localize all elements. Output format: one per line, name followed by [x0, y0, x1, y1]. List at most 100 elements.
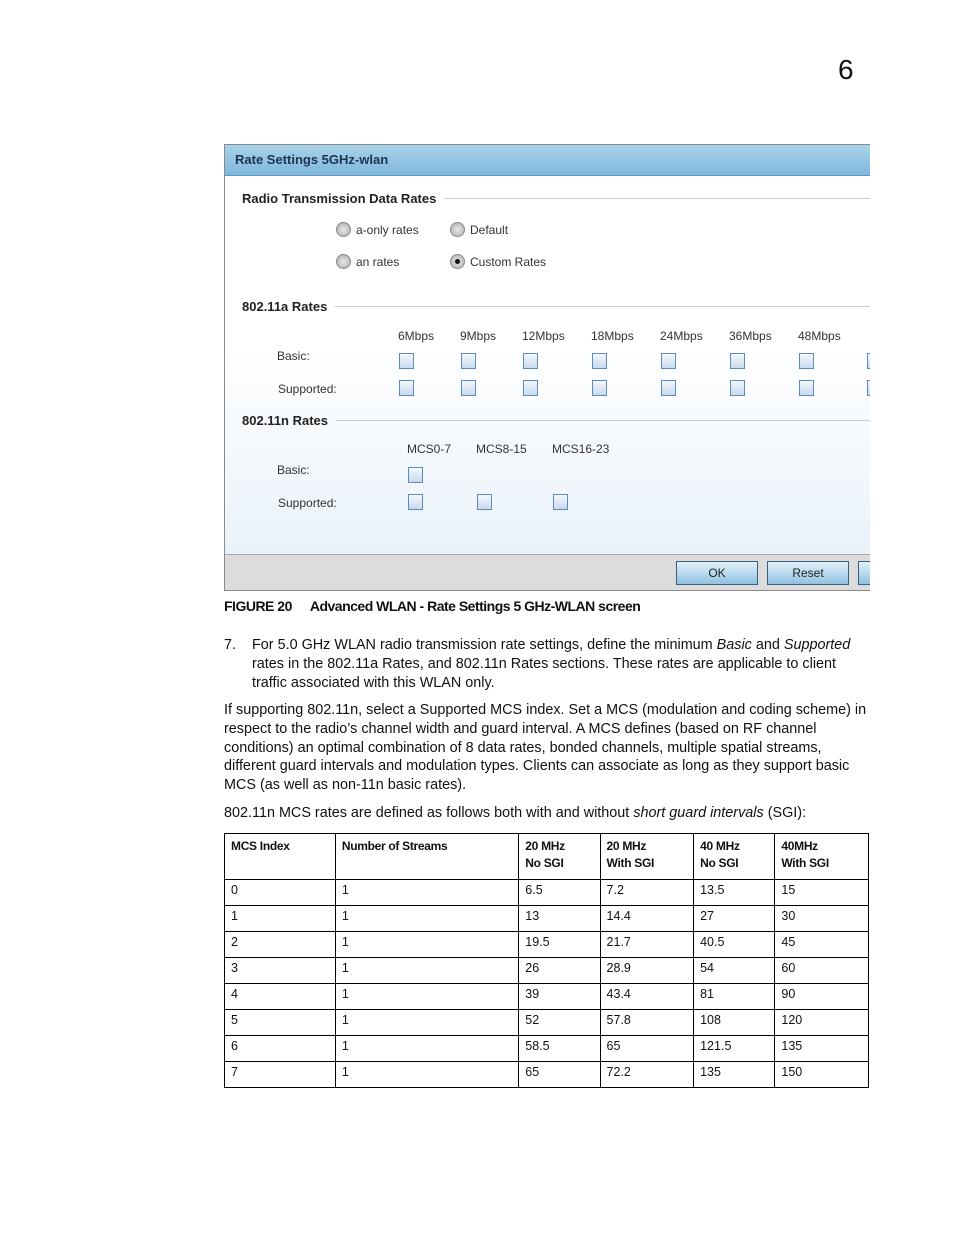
radio-label: a-only rates — [356, 222, 419, 237]
basic-checkbox[interactable] — [867, 353, 870, 369]
header-line: With SGI — [606, 856, 655, 870]
basic-checkbox[interactable] — [461, 353, 476, 369]
table-cell: 39 — [518, 983, 601, 1010]
basic-checkbox[interactable] — [730, 353, 745, 369]
supported-checkbox[interactable] — [661, 380, 676, 396]
header-line: With SGI — [781, 856, 829, 870]
table-row: 0 1 6.5 7.2 13.5 15 — [224, 879, 869, 906]
supported-label: Supported: — [278, 496, 337, 510]
supported-checkbox[interactable] — [399, 380, 414, 396]
text: 802.11n MCS rates are defined as follows… — [224, 805, 634, 821]
mcs-paragraph: If supporting 802.11n, select a Supporte… — [224, 702, 867, 794]
table-cell: 6.5 — [518, 879, 601, 906]
basic-checkbox[interactable] — [408, 467, 423, 483]
header-line: 40 MHz — [700, 839, 740, 853]
supported-checkbox[interactable] — [523, 380, 538, 396]
table-row: 4 1 39 43.4 81 90 — [224, 983, 869, 1010]
table-row: 6 1 58.5 65 121.5 135 — [224, 1035, 869, 1062]
table-cell: 43.4 — [599, 983, 695, 1010]
text: (SGI): — [763, 805, 807, 821]
column-header: 20 MHz No SGI — [518, 833, 601, 880]
column-header: 40MHz With SGI — [774, 833, 869, 880]
text: and — [751, 637, 784, 653]
table-cell: 52 — [518, 1009, 601, 1036]
table-cell: 2 — [224, 931, 336, 958]
basic-label: Basic: — [277, 463, 310, 477]
text: Supported — [783, 637, 851, 653]
table-cell: 60 — [774, 957, 869, 984]
basic-checkbox[interactable] — [799, 353, 814, 369]
radio-label: an rates — [356, 254, 400, 269]
mcs-header: MCS0-7 — [407, 442, 452, 456]
mcs-rates-table: MCS Index Number of Streams 20 MHz No SGI 20… — [224, 833, 869, 1088]
table-cell: 65 — [518, 1061, 601, 1088]
text: 802.11n Rates — [455, 655, 549, 672]
step-number: 7. — [224, 637, 237, 653]
table-cell: 135 — [774, 1035, 869, 1062]
table-cell: 1 — [334, 1035, 520, 1062]
table-cell: 1 — [334, 1061, 520, 1088]
radio-selected-icon — [450, 254, 465, 269]
table-cell: 0 — [224, 879, 336, 906]
supported-checkbox[interactable] — [408, 494, 423, 510]
table-cell: 7 — [224, 1061, 336, 1088]
header-line: No SGI — [525, 856, 564, 870]
radio-a-only-rates[interactable]: a-only rates — [336, 222, 419, 237]
supported-checkbox[interactable] — [461, 380, 476, 396]
supported-checkbox[interactable] — [867, 380, 870, 396]
section-title: 802.11a Rates — [242, 299, 328, 314]
table-cell: 13 — [518, 905, 601, 932]
column-header: MCS Index — [224, 833, 336, 880]
header-line: 40MHz — [781, 839, 818, 853]
section-title: 802.11n Rates — [242, 413, 329, 428]
table-cell: 1 — [334, 983, 520, 1010]
ok-button[interactable]: OK — [676, 561, 758, 585]
table-cell: 1 — [334, 1009, 520, 1036]
radio-custom-rates[interactable]: Custom Rates — [450, 254, 546, 269]
table-cell: 1 — [334, 905, 520, 932]
table-cell: 3 — [224, 957, 336, 984]
text: rates in the — [252, 655, 328, 672]
table-cell: 54 — [693, 957, 776, 984]
supported-checkbox[interactable] — [730, 380, 745, 396]
basic-checkbox[interactable] — [523, 353, 538, 369]
header-line: MCS Index — [231, 839, 290, 853]
table-cell: 58.5 — [518, 1035, 601, 1062]
supported-checkbox[interactable] — [553, 494, 568, 510]
basic-checkbox[interactable] — [661, 353, 676, 369]
text: For 5.0 GHz WLAN radio transmission rate… — [252, 637, 717, 653]
radio-icon — [450, 222, 465, 237]
text: 802.11a Rates — [327, 655, 420, 672]
supported-checkbox[interactable] — [799, 380, 814, 396]
table-cell: 45 — [774, 931, 869, 958]
radio-default[interactable]: Default — [450, 222, 508, 237]
column-header: 40 MHz No SGI — [693, 833, 776, 880]
supported-checkbox[interactable] — [477, 494, 492, 510]
table-row: 2 1 19.5 21.7 40.5 45 — [224, 931, 869, 958]
rate-settings-dialog: Rate Settings 5GHz-wlan Radio Transmissi… — [224, 144, 870, 591]
table-cell: 7.2 — [599, 879, 695, 906]
rate-header: 6Mbps — [398, 329, 435, 343]
section-title: Radio Transmission Data Rates — [242, 191, 437, 206]
basic-checkbox[interactable] — [592, 353, 607, 369]
chapter-number: 6 — [838, 54, 854, 85]
table-cell: 65 — [599, 1035, 695, 1062]
radio-an-rates[interactable]: an rates — [336, 254, 399, 269]
basic-checkbox[interactable] — [399, 353, 414, 369]
button-bar: OK Reset — [225, 554, 870, 590]
radio-icon — [336, 254, 351, 269]
header-line: 20 MHz — [606, 839, 647, 853]
reset-button[interactable]: Reset — [767, 561, 849, 585]
table-cell: 14.4 — [599, 905, 695, 932]
supported-label: Supported: — [278, 382, 337, 396]
radio-section-header: Radio Transmission Data Rates — [242, 191, 870, 206]
exit-button[interactable] — [858, 561, 870, 585]
table-cell: 1 — [334, 879, 520, 906]
supported-checkbox[interactable] — [592, 380, 607, 396]
table-cell: 30 — [774, 905, 869, 932]
table-row: 1 1 13 14.4 27 30 — [224, 905, 869, 932]
mcs-header: MCS16-23 — [552, 442, 610, 456]
table-cell: 5 — [224, 1009, 336, 1036]
table-cell: 21.7 — [599, 931, 695, 958]
table-cell: 15 — [774, 879, 869, 906]
